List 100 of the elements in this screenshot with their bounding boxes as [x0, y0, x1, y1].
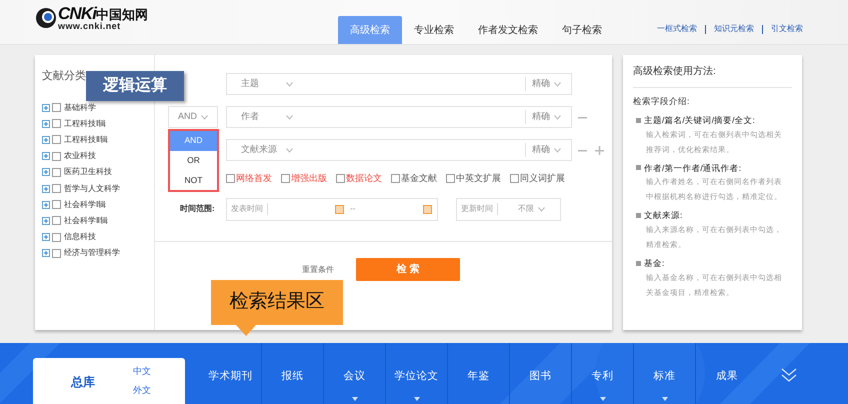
search-tab[interactable]: 作者发文检索 — [466, 16, 550, 44]
bullet-icon — [636, 165, 641, 170]
field-select[interactable]: 作者 — [241, 110, 293, 124]
caret-icon — [554, 82, 561, 86]
expand-icon[interactable] — [42, 216, 50, 225]
category-label[interactable]: 社会科学Ⅱ辑 — [64, 214, 108, 227]
expand-icon[interactable] — [42, 249, 50, 258]
category-label[interactable]: 基础科学 — [64, 102, 96, 114]
expand-chevron-icon[interactable] — [781, 368, 797, 382]
caret-icon — [600, 397, 606, 401]
language-link[interactable]: 外文 — [133, 384, 151, 398]
match-select[interactable]: 精确 — [525, 110, 571, 124]
category-label[interactable]: 医药卫生科技 — [64, 166, 112, 178]
help-title: 高级检索使用方法: — [633, 64, 792, 88]
expand-icon[interactable] — [42, 120, 50, 128]
field-select[interactable]: 文献来源 — [241, 143, 293, 157]
database-tab[interactable]: 报纸 — [262, 343, 324, 404]
search-input[interactable]: 主题 精确 — [226, 73, 572, 95]
expand-icon[interactable] — [42, 184, 50, 193]
caret-icon — [414, 397, 420, 401]
reset-link[interactable]: 重置条件 — [302, 264, 334, 276]
category-label[interactable]: 信息科技 — [64, 231, 96, 244]
search-button[interactable]: 检 索 — [356, 258, 460, 280]
operator-option[interactable]: NOT — [170, 170, 217, 190]
option-label[interactable]: 基金文献 — [401, 172, 437, 186]
header-link[interactable]: 引文检索 — [771, 23, 803, 35]
date-range-field[interactable]: 发表时间 -- — [226, 198, 438, 220]
search-tab[interactable]: 高级检索 — [338, 16, 402, 44]
main-database-tab[interactable]: 总库 中文 外文 — [33, 358, 185, 404]
search-tab[interactable]: 句子检索 — [550, 16, 614, 44]
category-label[interactable]: 工程科技Ⅱ辑 — [64, 134, 108, 146]
option-label[interactable]: 同义词扩展 — [520, 172, 565, 186]
match-select[interactable]: 精确 — [525, 143, 571, 157]
annotation-label: 逻辑运算 — [86, 71, 184, 101]
checkbox[interactable] — [52, 216, 61, 226]
update-time-value[interactable]: 不限 — [518, 203, 545, 215]
expand-icon[interactable] — [42, 200, 50, 209]
database-tab[interactable]: 会议 — [324, 343, 386, 404]
caret-icon — [352, 397, 358, 401]
database-tab[interactable]: 学术期刊 — [200, 343, 262, 404]
calendar-icon[interactable] — [423, 204, 432, 214]
callout: 检索结果区 — [211, 280, 343, 325]
database-tab[interactable]: 学位论文 — [386, 343, 448, 404]
header-link[interactable]: 一框式检索 — [657, 23, 697, 35]
option-label[interactable]: 网络首发 — [236, 172, 272, 186]
category-title: 文献分类 — [42, 68, 86, 84]
checkbox[interactable] — [510, 174, 519, 184]
expand-icon[interactable] — [42, 104, 50, 112]
field-select[interactable]: 主题 — [241, 77, 293, 91]
expand-icon[interactable] — [42, 136, 50, 144]
checkbox[interactable] — [52, 103, 61, 112]
category-label[interactable]: 经济与管理科学 — [64, 247, 120, 260]
checkbox[interactable] — [281, 174, 290, 184]
calendar-icon[interactable] — [335, 204, 344, 214]
database-tab[interactable]: 专利 — [572, 343, 634, 404]
option-label[interactable]: 中英文扩展 — [456, 172, 501, 186]
category-label[interactable]: 哲学与人文科学 — [64, 182, 120, 195]
operator-option[interactable]: AND — [170, 131, 217, 151]
checkbox[interactable] — [52, 200, 61, 210]
category-label[interactable]: 社会科学Ⅰ辑 — [64, 198, 106, 211]
caret-icon — [286, 148, 293, 152]
option-label[interactable]: 数据论文 — [346, 172, 382, 186]
database-tab[interactable]: 标准 — [634, 343, 696, 404]
database-tab[interactable]: 图书 — [510, 343, 572, 404]
operator-option[interactable]: OR — [170, 150, 217, 170]
search-input[interactable]: 作者 精确 — [226, 106, 572, 128]
checkbox[interactable] — [336, 174, 345, 184]
checkbox[interactable] — [52, 248, 61, 258]
expand-icon[interactable] — [42, 233, 50, 242]
checkbox[interactable] — [52, 152, 61, 161]
caret-icon — [662, 397, 668, 401]
bullet-icon — [636, 118, 641, 123]
operator-dropdown[interactable]: AND — [168, 106, 218, 128]
category-label[interactable]: 工程科技Ⅰ辑 — [64, 118, 106, 130]
match-select[interactable]: 精确 — [525, 77, 571, 91]
category-label[interactable]: 农业科技 — [64, 150, 96, 162]
header-link[interactable]: 知识元检索 — [714, 23, 754, 35]
caret-icon — [554, 114, 561, 120]
logo-url: www.cnki.net — [58, 22, 122, 31]
checkbox[interactable] — [391, 174, 400, 184]
database-tab[interactable]: 年鉴 — [448, 343, 510, 404]
checkbox[interactable] — [52, 184, 61, 194]
language-link[interactable]: 中文 — [133, 364, 151, 378]
database-tab[interactable]: 成果 — [696, 343, 758, 404]
update-time-field[interactable]: 更新时间 不限 — [456, 198, 561, 220]
search-tab[interactable]: 专业检索 — [402, 16, 466, 44]
update-time-label: 更新时间 — [457, 203, 498, 215]
expand-icon[interactable] — [42, 168, 50, 176]
expand-icon[interactable] — [42, 152, 50, 160]
checkbox[interactable] — [226, 174, 235, 184]
checkbox[interactable] — [52, 135, 61, 144]
checkbox[interactable] — [52, 232, 61, 242]
checkbox[interactable] — [52, 168, 61, 177]
plus-icon[interactable] — [595, 146, 604, 154]
checkbox[interactable] — [446, 174, 455, 184]
option-label[interactable]: 增强出版 — [291, 172, 327, 186]
logo[interactable]: CNKi中国知网 www.cnki.net — [35, 5, 148, 31]
checkbox[interactable] — [52, 119, 61, 128]
help-heading: 作者/第一作者/通讯作者: — [644, 162, 742, 174]
search-input[interactable]: 文献来源 精确 — [226, 139, 572, 161]
